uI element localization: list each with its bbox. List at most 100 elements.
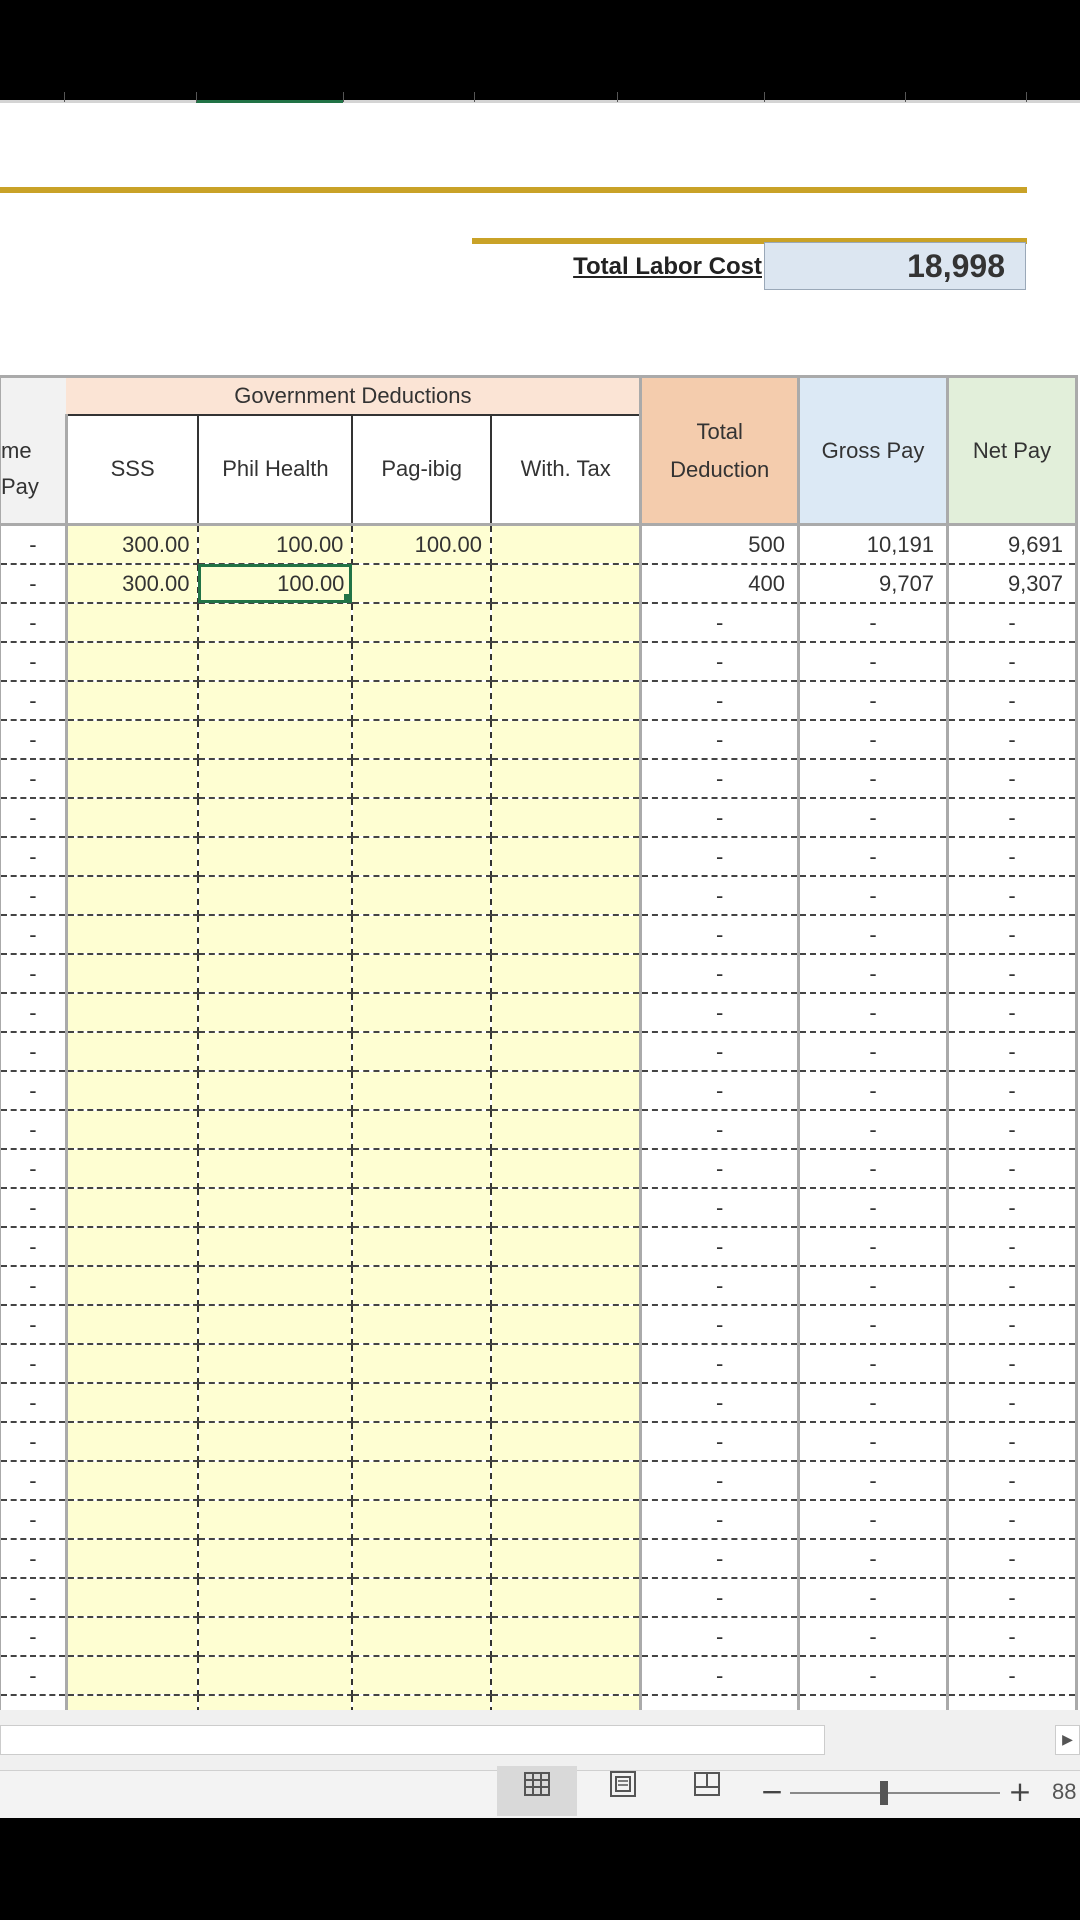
total-deduction-cell[interactable]: - (639, 1383, 800, 1423)
with-tax-cell[interactable] (490, 1149, 641, 1189)
sss-cell[interactable]: 300.00 (64, 524, 200, 565)
with-tax-cell[interactable] (490, 1461, 641, 1501)
ot-pay-cell[interactable]: - (0, 1578, 68, 1618)
total-deduction-cell[interactable]: 500 (639, 524, 800, 565)
total-deduction-cell[interactable]: - (639, 642, 800, 682)
net-pay-cell[interactable]: - (947, 915, 1078, 955)
gross-pay-cell[interactable]: - (798, 1539, 950, 1579)
sss-cell[interactable] (64, 1617, 200, 1657)
gross-pay-cell[interactable]: - (798, 1032, 950, 1072)
with-tax-cell[interactable] (490, 993, 641, 1033)
ot-pay-cell[interactable]: - (0, 1071, 68, 1111)
net-pay-cell[interactable]: - (947, 876, 1078, 916)
net-pay-cell[interactable]: - (947, 1071, 1078, 1111)
sss-cell[interactable] (64, 1500, 200, 1540)
net-pay-cell[interactable]: - (947, 759, 1078, 799)
ot-pay-cell[interactable]: - (0, 1305, 68, 1345)
pag-ibig-cell[interactable] (352, 1656, 492, 1696)
ot-pay-cell[interactable]: - (0, 915, 68, 955)
total-deduction-cell[interactable]: - (639, 1656, 800, 1696)
net-pay-cell[interactable]: 9,691 (947, 524, 1078, 565)
total-deduction-cell[interactable]: - (639, 1461, 800, 1501)
net-pay-cell[interactable]: - (947, 1461, 1078, 1501)
phil-health-cell[interactable] (198, 1071, 354, 1111)
total-deduction-cell[interactable]: - (639, 1071, 800, 1111)
gross-pay-cell[interactable]: - (798, 1227, 950, 1267)
pag-ibig-cell[interactable] (352, 1461, 492, 1501)
total-deduction-cell[interactable]: - (639, 1344, 800, 1384)
with-tax-cell[interactable] (490, 720, 641, 760)
sss-cell[interactable] (64, 1695, 200, 1710)
total-deduction-cell[interactable]: 400 (639, 564, 800, 604)
net-pay-cell[interactable]: - (947, 1149, 1078, 1189)
sss-cell[interactable] (64, 1305, 200, 1345)
ot-pay-cell[interactable]: - (0, 954, 68, 994)
phil-health-cell[interactable] (198, 1305, 354, 1345)
net-pay-cell[interactable]: - (947, 1695, 1078, 1710)
ot-pay-cell[interactable]: - (0, 1110, 68, 1150)
gross-pay-cell[interactable]: - (798, 1344, 950, 1384)
net-pay-cell[interactable]: - (947, 954, 1078, 994)
ot-pay-cell[interactable]: - (0, 1500, 68, 1540)
total-deduction-cell[interactable]: - (639, 837, 800, 877)
with-tax-cell[interactable] (490, 1071, 641, 1111)
pag-ibig-cell[interactable] (352, 681, 492, 721)
sss-cell[interactable] (64, 1032, 200, 1072)
sss-cell[interactable] (64, 759, 200, 799)
sss-cell[interactable] (64, 993, 200, 1033)
gross-pay-cell[interactable]: - (798, 798, 950, 838)
total-deduction-cell[interactable]: - (639, 1500, 800, 1540)
phil-health-cell-selected[interactable]: 100.00 (198, 564, 353, 604)
zoom-slider-thumb[interactable] (880, 1781, 888, 1805)
ot-pay-cell[interactable]: - (0, 524, 68, 565)
phil-health-cell[interactable] (198, 720, 354, 760)
total-deduction-cell[interactable]: - (639, 915, 800, 955)
gross-pay-cell[interactable]: - (798, 1383, 950, 1423)
gross-pay-cell[interactable]: - (798, 1188, 950, 1228)
phil-health-cell[interactable] (198, 1032, 354, 1072)
with-tax-cell[interactable] (490, 1032, 641, 1072)
total-deduction-cell[interactable]: - (639, 1227, 800, 1267)
gross-pay-cell[interactable]: - (798, 603, 950, 643)
pag-ibig-cell[interactable] (352, 1110, 492, 1150)
net-pay-cell[interactable]: - (947, 1188, 1078, 1228)
zoom-slider-track[interactable] (790, 1792, 1000, 1794)
phil-health-cell[interactable] (198, 1500, 354, 1540)
gross-pay-cell[interactable]: 9,707 (798, 564, 950, 604)
pag-ibig-cell[interactable] (352, 1344, 492, 1384)
with-tax-cell[interactable] (490, 1266, 641, 1306)
net-pay-cell[interactable]: - (947, 1227, 1078, 1267)
net-pay-cell[interactable]: - (947, 1539, 1078, 1579)
net-pay-cell[interactable]: - (947, 1305, 1078, 1345)
net-pay-cell[interactable]: - (947, 993, 1078, 1033)
phil-health-cell[interactable] (198, 993, 354, 1033)
pag-ibig-cell[interactable] (352, 837, 492, 877)
page-break-preview-button[interactable] (667, 1766, 747, 1816)
phil-health-cell[interactable] (198, 681, 354, 721)
sss-cell[interactable] (64, 603, 200, 643)
with-tax-cell[interactable] (490, 1188, 641, 1228)
sss-cell[interactable] (64, 720, 200, 760)
phil-health-cell[interactable] (198, 1344, 354, 1384)
ot-pay-cell[interactable]: - (0, 1149, 68, 1189)
gross-pay-cell[interactable]: - (798, 1305, 950, 1345)
total-deduction-cell[interactable]: - (639, 1110, 800, 1150)
pag-ibig-cell[interactable] (352, 1422, 492, 1462)
sss-cell[interactable] (64, 1266, 200, 1306)
with-tax-cell[interactable] (490, 1500, 641, 1540)
total-deduction-cell[interactable]: - (639, 1032, 800, 1072)
ot-pay-cell[interactable]: - (0, 1032, 68, 1072)
phil-health-cell[interactable]: 100.00 (198, 524, 354, 565)
pag-ibig-cell[interactable] (352, 1227, 492, 1267)
with-tax-cell[interactable] (490, 954, 641, 994)
total-deduction-cell[interactable]: - (639, 1188, 800, 1228)
with-tax-cell[interactable] (490, 1539, 641, 1579)
gross-pay-cell[interactable]: - (798, 1461, 950, 1501)
net-pay-cell[interactable]: - (947, 603, 1078, 643)
pag-ibig-cell[interactable] (352, 1539, 492, 1579)
pag-ibig-cell[interactable] (352, 1188, 492, 1228)
gross-pay-cell[interactable]: - (798, 642, 950, 682)
net-pay-cell[interactable]: - (947, 1110, 1078, 1150)
ot-pay-cell[interactable]: - (0, 681, 68, 721)
gross-pay-cell[interactable]: - (798, 876, 950, 916)
